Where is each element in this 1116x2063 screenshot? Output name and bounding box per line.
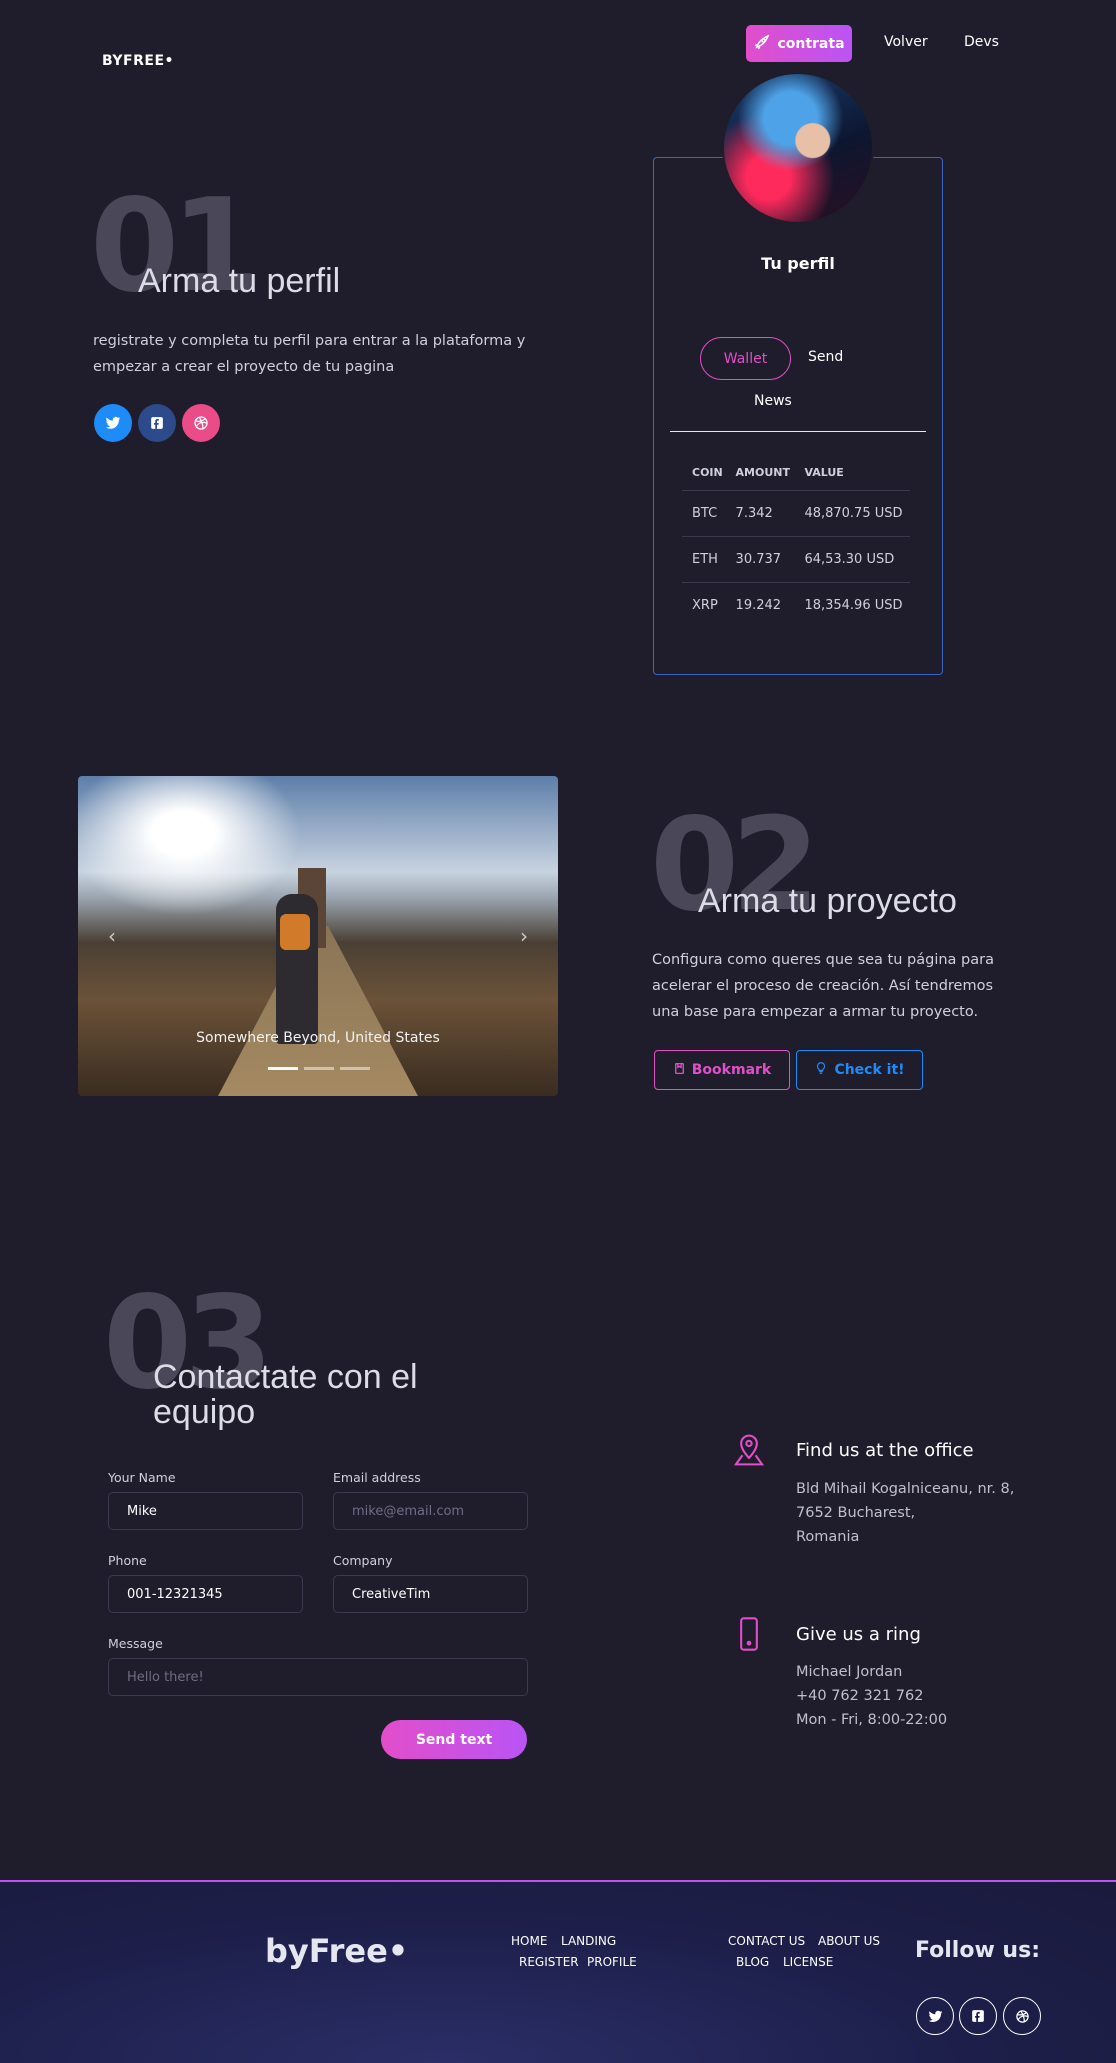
ring-line: +40 762 321 762 xyxy=(796,1688,924,1704)
footer-link-blog[interactable]: BLOG xyxy=(736,1955,769,1969)
table-row: ETH 30.737 64,53.30 USD xyxy=(682,536,910,583)
map-pin-icon xyxy=(733,1433,765,1471)
profile-card-title: Tu perfil xyxy=(761,254,835,273)
check-it-button[interactable]: Check it! xyxy=(796,1050,923,1090)
contrata-button[interactable]: contrata xyxy=(746,25,852,62)
cell-value: 64,53.30 USD xyxy=(794,536,910,583)
office-line: 7652 Bucharest, xyxy=(796,1505,916,1521)
section-title-perfil: Arma tu perfil xyxy=(138,262,341,300)
bookmark-button[interactable]: Bookmark xyxy=(654,1050,790,1090)
avatar xyxy=(722,72,874,224)
cell-amount: 30.737 xyxy=(725,536,795,583)
name-field[interactable]: Mike xyxy=(108,1492,303,1530)
tab-news[interactable]: News xyxy=(754,393,792,409)
footer-link-about-us[interactable]: ABOUT US xyxy=(818,1934,880,1948)
carousel-photo-backpack xyxy=(280,914,310,950)
email-label: Email address xyxy=(333,1470,421,1485)
phone-label: Phone xyxy=(108,1553,147,1568)
dribbble-icon[interactable] xyxy=(182,404,220,442)
column-header-amount: AMOUNT xyxy=(725,456,795,491)
company-field[interactable]: CreativeTim xyxy=(333,1575,528,1613)
footer-link-profile[interactable]: PROFILE xyxy=(587,1955,637,1969)
check-it-label: Check it! xyxy=(834,1062,905,1078)
email-field[interactable]: mike@email.com xyxy=(333,1492,528,1530)
section-title-contacto-line2: equipo xyxy=(153,1393,256,1431)
lightbulb-icon xyxy=(814,1061,828,1079)
follow-us-label: Follow us: xyxy=(915,1938,1040,1963)
rocket-icon xyxy=(753,33,771,55)
section-description-perfil: registrate y completa tu perfil para ent… xyxy=(93,333,526,375)
nav-link-volver[interactable]: Volver xyxy=(884,34,928,50)
cell-coin: XRP xyxy=(692,597,718,613)
bookmark-label: Bookmark xyxy=(691,1062,772,1078)
phone-field[interactable]: 001-12321345 xyxy=(108,1575,303,1613)
footer-dribbble-icon[interactable] xyxy=(1003,1997,1041,2035)
facebook-icon[interactable] xyxy=(138,404,176,442)
office-line: Romania xyxy=(796,1529,860,1545)
nav-link-devs[interactable]: Devs xyxy=(964,34,999,50)
column-header-value: VALUE xyxy=(794,456,910,491)
column-header-coin: COIN xyxy=(682,456,726,491)
table-row: BTC 7.342 48,870.75 USD xyxy=(682,490,910,537)
carousel-next-icon[interactable]: › xyxy=(520,924,528,948)
office-title: Find us at the office xyxy=(796,1440,974,1461)
section-title-proyecto: Arma tu proyecto xyxy=(698,882,957,920)
footer-link-register[interactable]: REGISTER xyxy=(519,1955,579,1969)
contrata-label: contrata xyxy=(777,35,845,52)
cell-coin: BTC xyxy=(682,490,726,537)
footer-logo[interactable]: byFree• xyxy=(265,1932,408,1970)
message-label: Message xyxy=(108,1636,163,1651)
carousel-photo-bridge xyxy=(218,926,418,1096)
cell-amount: 7.342 xyxy=(725,490,795,537)
ring-title: Give us a ring xyxy=(796,1624,921,1645)
footer-link-contact-us[interactable]: CONTACT US xyxy=(728,1934,805,1948)
tab-send[interactable]: Send xyxy=(808,349,843,365)
section-title-contacto-line1: Contactate con el xyxy=(153,1358,418,1396)
footer-link-license[interactable]: LICENSE xyxy=(783,1955,833,1969)
phone-icon xyxy=(738,1617,760,1655)
tab-wallet[interactable]: Wallet xyxy=(700,337,791,380)
footer-twitter-icon[interactable] xyxy=(916,1997,954,2035)
cell-value: 18,354.96 USD xyxy=(804,597,903,613)
cell-amount: 19.242 xyxy=(735,597,782,613)
carousel-indicator[interactable] xyxy=(340,1067,370,1070)
cell-value: 48,870.75 USD xyxy=(794,490,910,537)
ring-line: Mon - Fri, 8:00-22:00 xyxy=(796,1712,948,1728)
send-text-button[interactable]: Send text xyxy=(381,1720,527,1759)
name-label: Your Name xyxy=(108,1470,176,1485)
footer-link-home[interactable]: HOME xyxy=(511,1934,547,1948)
twitter-icon[interactable] xyxy=(94,404,132,442)
office-line: Bld Mihail Kogalniceanu, nr. 8, xyxy=(796,1481,1015,1497)
message-field[interactable]: Hello there! xyxy=(108,1658,528,1696)
carousel-indicators[interactable] xyxy=(268,1067,370,1070)
coin-table: COIN AMOUNT VALUE BTC 7.342 48,870.75 US… xyxy=(682,456,910,628)
carousel-indicator[interactable] xyxy=(268,1067,298,1070)
carousel-prev-icon[interactable]: ‹ xyxy=(108,924,116,948)
cell-coin: ETH xyxy=(682,536,726,583)
footer-link-landing[interactable]: LANDING xyxy=(561,1934,616,1948)
footer-facebook-icon[interactable] xyxy=(959,1997,997,2035)
company-label: Company xyxy=(333,1553,393,1568)
divider xyxy=(670,431,926,432)
table-header-row: COIN AMOUNT VALUE xyxy=(682,456,910,491)
ring-line: Michael Jordan xyxy=(796,1664,903,1680)
table-row: XRP 19.242 18,354.96 USD xyxy=(682,582,910,628)
section-description-proyecto: Configura como queres que sea tu página … xyxy=(652,952,994,1020)
carousel-indicator[interactable] xyxy=(304,1067,334,1070)
footer xyxy=(0,1880,1116,2063)
carousel-caption: Somewhere Beyond, United States xyxy=(196,1030,440,1046)
brand-logo[interactable]: BYFREE• xyxy=(102,53,174,69)
bookmark-icon xyxy=(673,1062,686,1079)
image-carousel[interactable]: ‹ › Somewhere Beyond, United States xyxy=(78,776,558,1096)
